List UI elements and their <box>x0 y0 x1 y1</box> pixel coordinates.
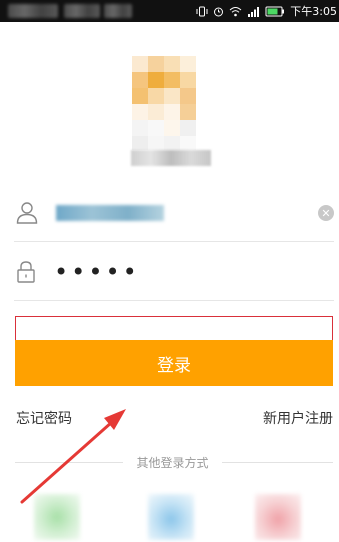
status-bar-left-blurred <box>64 4 100 18</box>
avatar-pixel <box>164 120 180 136</box>
status-time: 下午3:05 <box>290 5 337 18</box>
signal-icon <box>247 6 260 17</box>
avatar-pixel <box>132 72 148 88</box>
red-login-icon[interactable] <box>255 494 301 540</box>
avatar-pixel <box>132 136 148 150</box>
avatar[interactable] <box>120 42 216 166</box>
forgot-password-link[interactable]: 忘记密码 <box>16 408 72 428</box>
avatar-pixel <box>132 104 148 120</box>
green-login-icon[interactable] <box>34 494 80 540</box>
other-login-label: 其他登录方式 <box>136 456 209 470</box>
avatar-pixel <box>164 104 180 120</box>
avatar-pixel <box>148 104 164 120</box>
avatar-pixel <box>164 88 180 104</box>
status-bar-left-blurred <box>8 4 58 18</box>
battery-icon <box>265 6 285 17</box>
password-field[interactable]: ••••• <box>14 244 334 301</box>
avatar-pixel <box>180 120 196 136</box>
avatar-pixel <box>148 88 164 104</box>
divider-line-left <box>15 462 123 463</box>
avatar-pixel <box>132 56 148 72</box>
register-link[interactable]: 新用户注册 <box>263 408 333 428</box>
avatar-pixel <box>148 72 164 88</box>
alarm-icon <box>213 6 224 17</box>
avatar-pixel <box>148 56 164 72</box>
avatar-pixel <box>148 136 164 150</box>
avatar-pixel <box>164 56 180 72</box>
divider-line-right <box>222 462 333 463</box>
status-bar-left-blurred <box>104 4 132 18</box>
login-button[interactable]: 登录 <box>15 340 333 386</box>
avatar-pixel <box>180 136 196 150</box>
avatar-pixel <box>180 88 196 104</box>
username-input[interactable] <box>56 205 164 221</box>
lock-icon <box>16 260 36 288</box>
status-bar-right: 下午3:05 <box>196 0 337 22</box>
avatar-pixel <box>164 72 180 88</box>
avatar-pixel <box>132 88 148 104</box>
blue-login-icon[interactable] <box>148 494 194 540</box>
username-field[interactable]: ✕ <box>14 185 334 242</box>
vibrate-icon <box>196 6 208 17</box>
user-icon <box>16 201 38 229</box>
avatar-pixel <box>132 120 148 136</box>
avatar-pixel <box>180 72 196 88</box>
avatar-pixel <box>180 56 196 72</box>
avatar-pixel <box>148 120 164 136</box>
clear-icon[interactable]: ✕ <box>318 205 334 221</box>
status-bar: 下午3:05 <box>0 0 339 22</box>
password-input[interactable]: ••••• <box>54 258 140 286</box>
avatar-pixel <box>180 104 196 120</box>
wifi-icon <box>229 6 242 17</box>
username-display-blurred <box>131 150 211 166</box>
avatar-pixel <box>164 136 180 150</box>
